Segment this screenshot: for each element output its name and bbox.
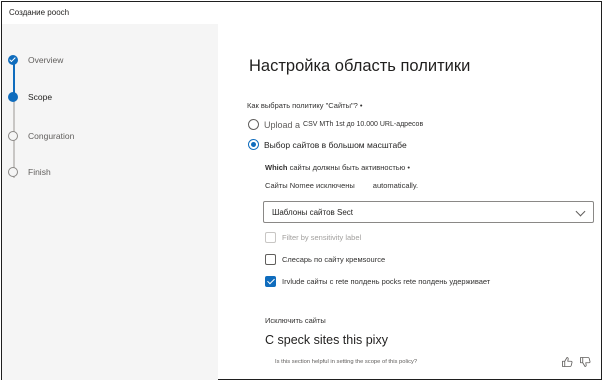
upload-option-detail: CSV MTh 1st до 10.000 URL-адресов — [303, 121, 424, 128]
upload-option-label: Upload a — [264, 119, 301, 130]
chevron-down-icon — [575, 206, 586, 217]
scale-option-label: Выбор сайтов в большом масштабе — [264, 139, 407, 150]
checkbox-disabled — [265, 232, 276, 243]
thumbs-down-icon[interactable] — [579, 356, 591, 368]
scope-content: Настройка область политики Как выбрать п… — [218, 24, 601, 379]
exclude-sites-label: Исключить сайты — [265, 316, 326, 325]
checkbox[interactable] — [265, 254, 276, 265]
include-sites-label: Irvlude сайты с rete полдень pocks rete … — [282, 277, 491, 286]
check-icon — [8, 55, 18, 65]
title-bar: Создание pooch — [2, 2, 601, 24]
wizard-steps-panel: Overview Scope Conguration Finish — [2, 24, 218, 380]
wizard-window: Создание pooch Overview Scope Conguratio… — [1, 1, 602, 380]
radio-scale-select[interactable]: Выбор сайтов в большом масштабе — [248, 139, 407, 150]
step-configuration-label: Conguration — [28, 131, 75, 141]
step-overview-label: Overview — [28, 55, 64, 65]
thumbs-up-icon[interactable] — [561, 356, 573, 368]
radio-upload-csv[interactable]: Upload a CSV MTh 1st до 10.000 URL-адрес… — [248, 119, 423, 130]
policy-method-question: Как выбрать политику "Сайты"? • — [247, 101, 363, 110]
current-step-dot — [8, 92, 18, 102]
which-rest: сайты должны быть активностью • — [287, 163, 410, 172]
pending-step-dot — [8, 131, 18, 141]
check-icon[interactable] — [265, 276, 276, 287]
step-scope[interactable]: Scope — [8, 92, 52, 102]
exclude-sites-link[interactable]: C speck sites this pixy — [265, 333, 388, 347]
sites-excluded-note: Сайты Nomee исключены automatically. — [265, 181, 418, 190]
step-scope-label: Scope — [28, 92, 53, 102]
automatically-text: automatically. — [372, 181, 419, 190]
steps-track-progress — [13, 60, 15, 96]
checkbox-fans-source[interactable]: Слесарь по сайту кремsource — [265, 254, 385, 265]
feedback-bar: Is this section helpful in setting the s… — [259, 354, 599, 370]
which-bold: Which — [265, 163, 288, 172]
radio-button[interactable] — [248, 119, 259, 130]
filter-sensitivity-label: Filter by sensitivity label — [282, 233, 362, 242]
checkbox-include-sites[interactable]: Irvlude сайты с rete полдень pocks rete … — [265, 276, 490, 287]
step-overview[interactable]: Overview — [8, 55, 63, 65]
page-title: Настройка область политики — [249, 57, 471, 75]
site-template-dropdown[interactable]: Шаблоны сайтов Sect — [263, 201, 594, 223]
step-finish-label: Finish — [28, 167, 51, 177]
sites-excluded-text: Сайты Nomee исключены — [265, 181, 355, 190]
dropdown-selected-value: Шаблоны сайтов Sect — [272, 208, 354, 217]
fans-source-label: Слесарь по сайту кремsource — [282, 255, 386, 264]
step-configuration[interactable]: Conguration — [8, 131, 74, 141]
which-sites-question: Which сайты должны быть активностью • — [265, 163, 410, 172]
pending-step-dot — [8, 167, 18, 177]
feedback-question: Is this section helpful in setting the s… — [275, 359, 418, 365]
window-title: Создание pooch — [9, 8, 70, 17]
step-finish[interactable]: Finish — [8, 167, 51, 177]
checkbox-filter-sensitivity: Filter by sensitivity label — [265, 232, 361, 243]
radio-button-selected[interactable] — [248, 139, 259, 150]
